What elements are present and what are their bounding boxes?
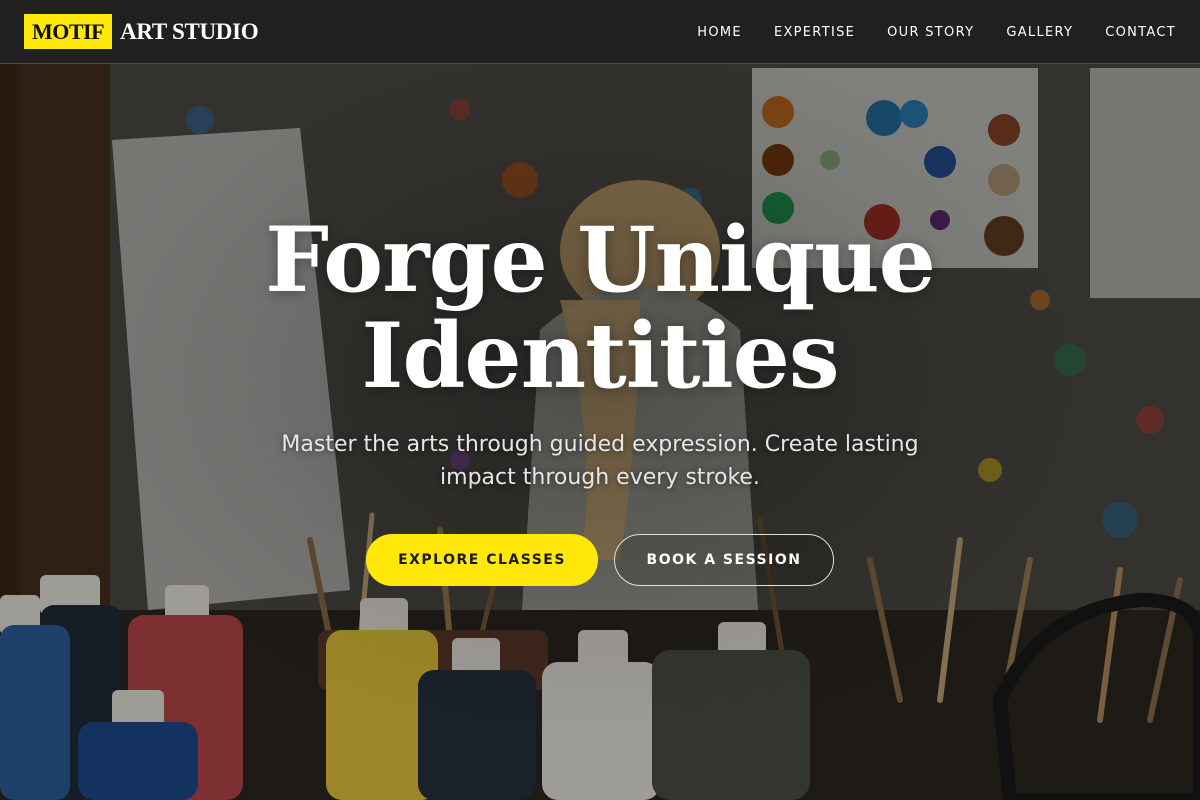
- hero-subtitle: Master the arts through guided expressio…: [281, 432, 919, 490]
- top-nav-bar: MOTIF ART STUDIO HOME EXPERTISE OUR STOR…: [0, 0, 1200, 64]
- nav-link-home[interactable]: HOME: [697, 25, 742, 40]
- nav-item-contact: CONTACT: [1105, 23, 1176, 41]
- nav-link-contact[interactable]: CONTACT: [1105, 25, 1176, 40]
- nav-link-expertise[interactable]: EXPERTISE: [774, 25, 855, 40]
- nav-item-gallery: GALLERY: [1006, 23, 1073, 41]
- nav-link-our-story[interactable]: OUR STORY: [887, 25, 974, 40]
- nav-item-our-story: OUR STORY: [887, 23, 974, 41]
- nav-menu: HOME EXPERTISE OUR STORY GALLERY CONTACT: [697, 23, 1176, 41]
- brand-logo[interactable]: MOTIF ART STUDIO: [24, 14, 259, 49]
- nav-item-expertise: EXPERTISE: [774, 23, 855, 41]
- nav-link-gallery[interactable]: GALLERY: [1006, 25, 1073, 40]
- headline-line-2: Identities: [361, 303, 839, 409]
- nav-item-home: HOME: [697, 23, 742, 41]
- book-session-button[interactable]: BOOK A SESSION: [614, 534, 834, 586]
- hero-headline: Forge Unique Identities: [0, 212, 1200, 404]
- hero-section: Forge Unique Identities Master the arts …: [0, 0, 1200, 800]
- headline-line-1: Forge Unique: [265, 207, 936, 313]
- logo-text: ART STUDIO: [120, 18, 259, 44]
- explore-classes-button[interactable]: EXPLORE CLASSES: [366, 534, 598, 586]
- logo-box: MOTIF: [24, 14, 113, 49]
